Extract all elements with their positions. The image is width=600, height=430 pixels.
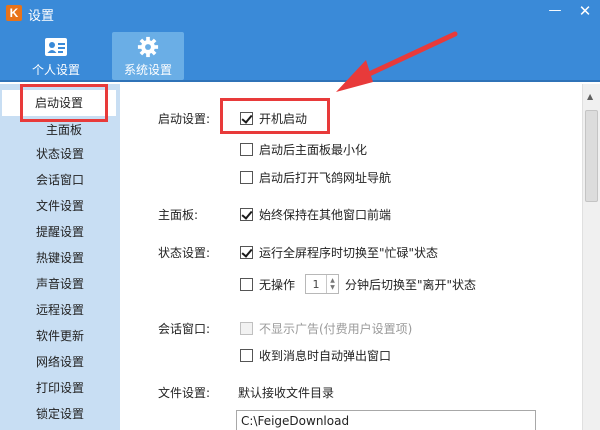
idle-minutes-stepper[interactable]: 1 ▲ ▼ <box>305 274 340 294</box>
settings-content: 启动设置: 开机启动 启动后主面板最小化 启动后打开飞鸽网址导航 主面板: 始终… <box>120 84 582 430</box>
sidebar-item-hotkey[interactable]: 热键设置 <box>0 246 120 270</box>
option-label: 运行全屏程序时切换至"忙碌"状态 <box>259 246 439 260</box>
minimize-on-start-checkbox[interactable]: 启动后主面板最小化 <box>240 141 367 158</box>
sidebar-item-update[interactable]: 软件更新 <box>0 324 120 348</box>
window-title: 设置 <box>28 9 55 24</box>
sidebar-item-print[interactable]: 打印设置 <box>0 376 120 400</box>
annotation-box-auto-start <box>220 98 330 134</box>
main-panel-section-label: 主面板: <box>158 208 199 222</box>
checkbox-box[interactable] <box>240 246 253 259</box>
file-section-label: 文件设置: <box>158 386 211 400</box>
settings-sidebar: 启动设置 主面板 状态设置 会话窗口 文件设置 提醒设置 热键设置 声音设置 远… <box>0 84 120 430</box>
sidebar-item-file[interactable]: 文件设置 <box>0 194 120 218</box>
status-section-label: 状态设置: <box>158 246 211 260</box>
sidebar-item-sound[interactable]: 声音设置 <box>0 272 120 296</box>
option-label: 启动后主面板最小化 <box>259 143 368 157</box>
idle-checkbox[interactable] <box>240 277 253 291</box>
sidebar-item-status[interactable]: 状态设置 <box>0 142 120 166</box>
stepper-up-icon[interactable]: ▲ <box>330 277 335 284</box>
annotation-box-startup-tab <box>20 84 108 122</box>
tab-label: 个人设置 <box>31 63 80 77</box>
busy-on-fullscreen-checkbox[interactable]: 运行全屏程序时切换至"忙碌"状态 <box>240 244 438 261</box>
checkbox-box[interactable] <box>240 349 253 362</box>
content-scrollbar[interactable]: ▲ <box>582 84 600 430</box>
option-label: 收到消息时自动弹出窗口 <box>259 349 392 363</box>
sidebar-item-reminder[interactable]: 提醒设置 <box>0 220 120 244</box>
auto-popup-checkbox[interactable]: 收到消息时自动弹出窗口 <box>240 347 391 364</box>
checkbox-box <box>240 322 253 335</box>
sidebar-item-remote[interactable]: 远程设置 <box>0 298 120 322</box>
always-on-top-checkbox[interactable]: 始终保持在其他窗口前端 <box>240 206 391 223</box>
option-label: 不显示广告(付费用户设置项) <box>259 322 413 336</box>
download-dir-label: 默认接收文件目录 <box>238 386 335 400</box>
app-logo-icon: K <box>6 5 22 21</box>
checkbox-box[interactable] <box>240 208 253 221</box>
session-section-label: 会话窗口: <box>158 322 211 336</box>
option-label: 启动后打开飞鸽网址导航 <box>259 171 392 185</box>
contact-card-icon <box>45 38 67 56</box>
settings-tab-bar: 个人设置 系统设置 <box>0 26 600 82</box>
tab-personal-settings[interactable]: 个人设置 <box>20 32 92 80</box>
minimize-button[interactable]: — <box>540 0 570 22</box>
stepper-value[interactable]: 1 <box>306 278 326 291</box>
open-navigation-checkbox[interactable]: 启动后打开飞鸽网址导航 <box>240 169 391 186</box>
idle-suffix-label: 分钟后切换至"离开"状态 <box>345 277 477 292</box>
sidebar-item-lock[interactable]: 锁定设置 <box>0 402 120 426</box>
option-label: 无操作 <box>259 277 296 292</box>
sidebar-item-session[interactable]: 会话窗口 <box>0 168 120 192</box>
close-button[interactable]: ✕ <box>570 0 600 22</box>
idle-away-row: 无操作 1 ▲ ▼ 分钟后切换至"离开"状态 <box>240 274 476 294</box>
scroll-thumb[interactable] <box>585 110 598 202</box>
stepper-arrows[interactable]: ▲ ▼ <box>326 275 338 293</box>
checkbox-box[interactable] <box>240 143 253 156</box>
tab-system-settings[interactable]: 系统设置 <box>112 32 184 80</box>
option-label: 始终保持在其他窗口前端 <box>259 208 392 222</box>
startup-section-label: 启动设置: <box>158 112 211 126</box>
sidebar-item-network[interactable]: 网络设置 <box>0 350 120 374</box>
scroll-up-icon[interactable]: ▲ <box>587 92 593 101</box>
stepper-down-icon[interactable]: ▼ <box>330 284 335 291</box>
gear-icon <box>137 36 159 58</box>
checkbox-box[interactable] <box>240 171 253 184</box>
download-dir-input[interactable] <box>236 410 536 430</box>
title-bar: K 设置 — ✕ <box>0 0 600 26</box>
hide-ads-checkbox: 不显示广告(付费用户设置项) <box>240 320 412 337</box>
tab-label: 系统设置 <box>123 63 172 77</box>
